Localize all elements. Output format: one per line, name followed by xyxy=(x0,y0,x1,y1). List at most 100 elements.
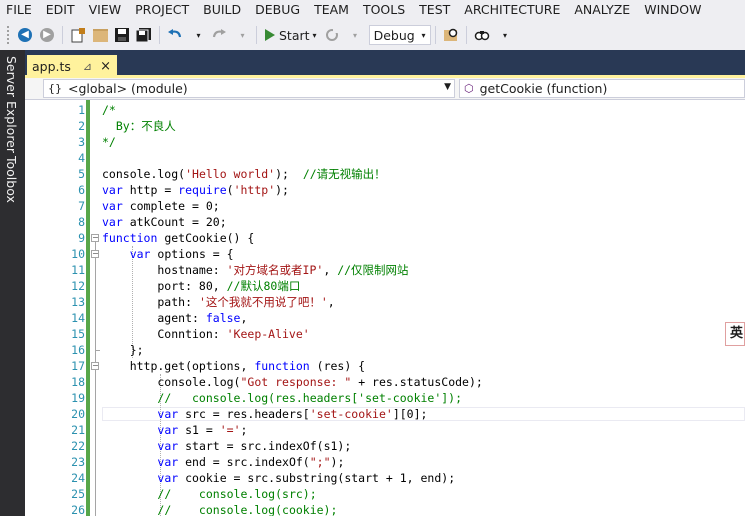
code-line: console.log('Hello world'); //请无视输出！ xyxy=(102,166,386,182)
redo-button[interactable] xyxy=(210,24,228,46)
scope-value: <global> (module) xyxy=(68,81,188,96)
member-dropdown[interactable]: ⬡ getCookie (function) xyxy=(459,79,745,98)
menu-file[interactable]: FILE xyxy=(0,0,40,20)
code-token: (res) { xyxy=(309,359,366,373)
standard-toolbar: ◀ ▶ ▾ ▾ Start ▾ ▾ Debug ▾ ▾ xyxy=(0,20,745,50)
line-number: 15 xyxy=(71,327,85,341)
pin-icon[interactable]: ⊿ xyxy=(83,60,92,73)
open-file-button[interactable] xyxy=(91,24,109,46)
refresh-button[interactable] xyxy=(323,24,341,46)
keyword-token: var xyxy=(157,455,179,469)
menu-view[interactable]: VIEW xyxy=(83,0,130,20)
open-folder-icon xyxy=(92,28,108,42)
keyword-token: function xyxy=(254,359,310,373)
code-token: getCookie() { xyxy=(157,231,255,245)
close-icon[interactable]: × xyxy=(100,59,111,74)
chevron-down-icon: ▾ xyxy=(240,30,245,40)
keyword-token: false xyxy=(205,311,241,325)
start-label: Start xyxy=(279,27,310,43)
new-project-button[interactable] xyxy=(69,24,87,46)
outline-region-end xyxy=(95,350,100,351)
navigate-back-button[interactable]: ◀ xyxy=(16,24,34,46)
code-token: ][0]; xyxy=(392,407,428,421)
code-line: var src = res.headers['set-cookie'][0]; xyxy=(102,406,427,422)
menu-debug[interactable]: DEBUG xyxy=(249,0,308,20)
code-editor[interactable]: 1 2 3 4 5 6 7 8 9 10 11 12 13 14 15 16 17 18 19 20 21 22 23 24 2… xyxy=(25,100,745,516)
code-token: , xyxy=(240,311,248,325)
code-token: Conntion: xyxy=(102,327,227,341)
comment-token: // console.log(res.headers['set-cookie']… xyxy=(157,391,463,405)
line-number: 1 xyxy=(78,103,85,117)
code-line: // console.log(cookie); xyxy=(102,502,337,516)
menu-edit[interactable]: EDIT xyxy=(40,0,83,20)
start-debugging-button[interactable]: Start ▾ xyxy=(263,24,319,46)
save-all-button[interactable] xyxy=(135,24,153,46)
save-button[interactable] xyxy=(113,24,131,46)
line-number: 22 xyxy=(71,439,85,453)
code-line: By：不良人 xyxy=(102,118,176,134)
string-token: 'set-cookie' xyxy=(309,407,393,421)
chevron-down-icon: ▼ xyxy=(444,82,451,92)
tab-filename: app.ts xyxy=(32,59,71,74)
line-number: 17 xyxy=(71,359,85,373)
comment-token: //请无视输出！ xyxy=(302,167,386,181)
find-button[interactable] xyxy=(473,24,491,46)
left-tool-window-bar: Server Explorer Toolbox xyxy=(0,50,25,516)
outline-region-line xyxy=(95,370,96,516)
toolbar-grip[interactable] xyxy=(6,25,10,45)
collapse-region-icon[interactable]: − xyxy=(91,234,99,242)
menu-analyze[interactable]: ANALYZE xyxy=(568,0,638,20)
code-token: path: xyxy=(102,295,199,309)
solution-configuration-select[interactable]: Debug ▾ xyxy=(368,25,431,45)
menu-window[interactable]: WINDOW xyxy=(638,0,709,20)
scope-dropdown[interactable]: {} <global> (module) ▼ xyxy=(43,79,455,98)
code-line: Conntion: 'Keep-Alive' xyxy=(102,326,310,342)
line-number: 5 xyxy=(78,167,85,181)
collapse-region-icon[interactable]: − xyxy=(91,250,99,258)
chevron-down-icon: ▾ xyxy=(421,30,426,40)
string-token: 'http' xyxy=(233,183,276,197)
menu-tools[interactable]: TOOLS xyxy=(357,0,413,20)
keyword-token: var xyxy=(102,215,123,229)
undo-dropdown[interactable]: ▾ xyxy=(188,24,206,46)
line-number: 24 xyxy=(71,471,85,485)
line-number: 12 xyxy=(71,279,85,293)
string-token: 'Keep-Alive' xyxy=(226,327,310,341)
navigate-forward-button[interactable]: ▶ xyxy=(38,24,56,46)
indicator-margin[interactable] xyxy=(25,100,45,516)
menu-test[interactable]: TEST xyxy=(413,0,458,20)
code-token: http.get(options, xyxy=(102,359,255,373)
refresh-dropdown[interactable]: ▾ xyxy=(345,24,363,46)
line-number: 2 xyxy=(78,119,85,133)
undo-button[interactable] xyxy=(166,24,184,46)
code-token: hostname: xyxy=(102,263,227,277)
code-token: ); xyxy=(275,183,289,197)
menu-build[interactable]: BUILD xyxy=(197,0,249,20)
server-explorer-tab[interactable]: Server Explorer xyxy=(4,56,19,153)
line-number: 23 xyxy=(71,455,85,469)
menu-architecture[interactable]: ARCHITECTURE xyxy=(458,0,568,20)
code-text-area[interactable]: /* By：不良人 */console.log('Hello world'); /… xyxy=(102,100,745,516)
keyword-token: var xyxy=(102,199,123,213)
member-value: getCookie (function) xyxy=(479,81,608,96)
menu-project[interactable]: PROJECT xyxy=(129,0,197,20)
collapse-region-icon[interactable]: − xyxy=(91,362,99,370)
code-token: }; xyxy=(102,343,144,357)
code-token: end = src.indexOf( xyxy=(178,455,310,469)
refresh-icon xyxy=(325,28,338,41)
code-token: complete = 0; xyxy=(122,199,220,213)
line-number: 21 xyxy=(71,423,85,437)
forward-arrow-icon: ▶ xyxy=(40,28,54,42)
find-in-files-button[interactable] xyxy=(442,24,460,46)
keyword-token: var xyxy=(157,439,179,453)
code-line: // console.log(src); xyxy=(102,486,316,502)
toolbox-tab[interactable]: Toolbox xyxy=(4,156,19,203)
redo-dropdown[interactable]: ▾ xyxy=(232,24,250,46)
menu-team[interactable]: TEAM xyxy=(308,0,357,20)
toolbar-options-dropdown[interactable]: ▾ xyxy=(495,24,513,46)
